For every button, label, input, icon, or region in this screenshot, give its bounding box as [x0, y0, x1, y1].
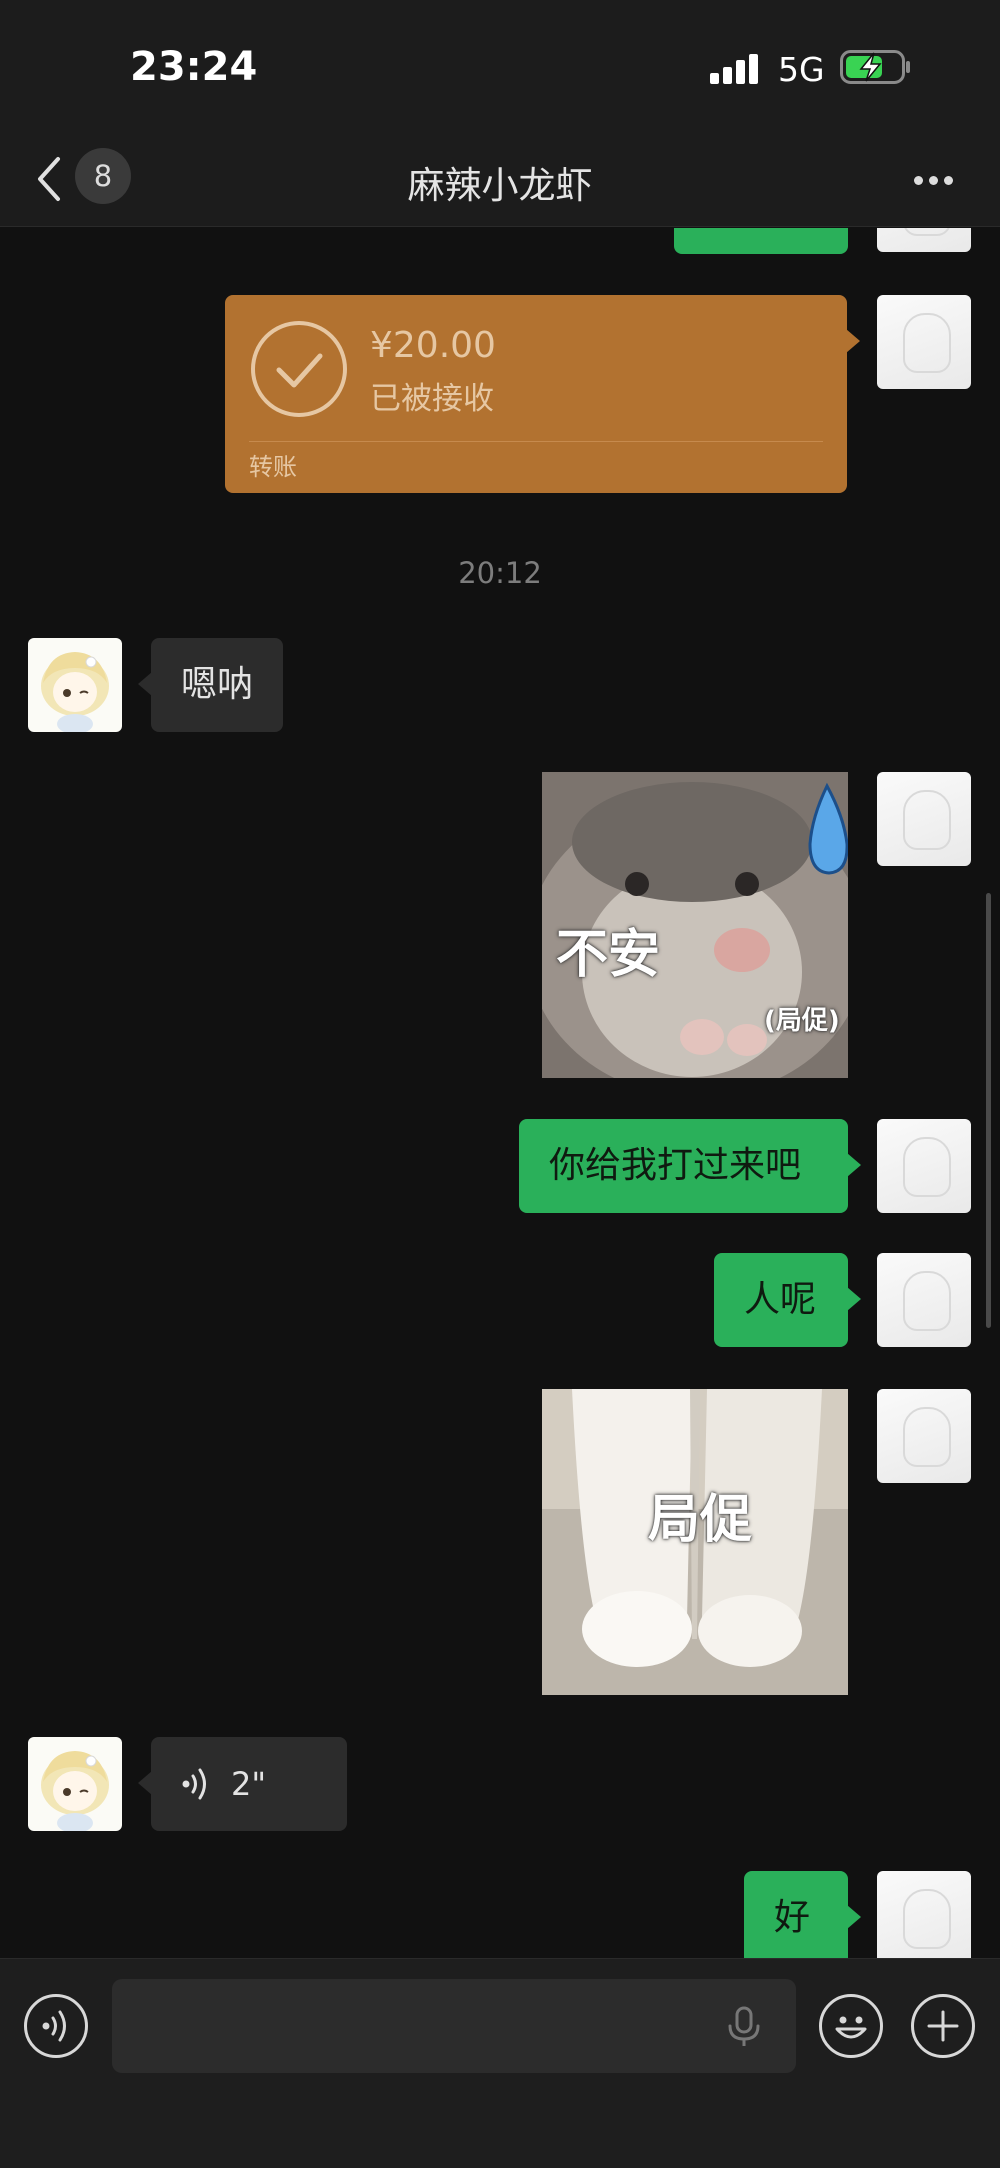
contact-avatar[interactable] [28, 638, 122, 732]
sticker-caption: 不安 [556, 925, 661, 985]
anime-girl-avatar-image [41, 1751, 109, 1831]
battery-icon [840, 50, 910, 84]
signal-icon [710, 54, 762, 84]
sent-message[interactable]: 你给我打过来吧 [519, 1119, 861, 1213]
anime-girl-avatar-image [41, 652, 109, 732]
transfer-status: 已被接收 [370, 381, 494, 417]
my-avatar[interactable] [877, 1389, 971, 1483]
input-bar [0, 1958, 1000, 2168]
emoji-icon [835, 2016, 867, 2039]
received-message[interactable]: 嗯呐 [137, 638, 284, 732]
transfer-amount: ¥20.00 [370, 325, 496, 366]
my-avatar[interactable] [877, 1871, 971, 1958]
my-avatar[interactable] [877, 295, 971, 389]
message-list[interactable]: ¥20.00 已被接收 转账 20:12 嗯呐 不安 (局促) 你给我打过来吧 … [0, 228, 1000, 1958]
emoji-button[interactable] [819, 1994, 883, 2058]
voice-message[interactable]: 2" [138, 1737, 347, 1831]
status-bar: 23:24 5G [0, 0, 1000, 135]
voice-wave-icon [182, 1768, 206, 1800]
contact-avatar[interactable] [28, 1737, 122, 1831]
chat-title: 麻辣小龙虾 [407, 164, 593, 207]
sent-message[interactable]: 好 [744, 1871, 861, 1958]
microphone-icon[interactable] [724, 2006, 764, 2048]
network-type: 5G [778, 50, 825, 89]
my-avatar[interactable] [877, 1119, 971, 1213]
voice-duration: 2" [231, 1765, 267, 1803]
checkmark-icon [251, 321, 347, 417]
my-avatar[interactable] [877, 772, 971, 866]
divider [249, 441, 823, 442]
sticker-subcaption: (局促) [764, 1006, 840, 1036]
sent-message-partial[interactable] [674, 228, 848, 254]
scrollbar[interactable] [986, 893, 991, 1328]
transfer-card[interactable]: ¥20.00 已被接收 转账 [225, 295, 860, 493]
voice-toggle-button[interactable] [24, 1994, 88, 2058]
sticker-caption: 局促 [648, 1490, 753, 1550]
message-input[interactable] [112, 1979, 796, 2073]
sticker-cat-paws[interactable]: 局促 [542, 1389, 848, 1695]
more-functions-button[interactable] [911, 1994, 975, 2058]
transfer-label: 转账 [249, 453, 297, 481]
sent-message[interactable]: 人呢 [714, 1253, 861, 1347]
my-avatar[interactable] [877, 228, 971, 252]
message-timestamp: 20:12 [458, 556, 542, 590]
plus-icon [927, 2010, 959, 2042]
sticker-hamster[interactable]: 不安 (局促) [542, 772, 848, 1078]
status-time: 23:24 [130, 44, 258, 90]
chat-header: 8 麻辣小龙虾 [0, 135, 1000, 227]
voice-wave-icon [42, 2010, 66, 2042]
more-icon[interactable] [910, 165, 956, 195]
my-avatar[interactable] [877, 1253, 971, 1347]
